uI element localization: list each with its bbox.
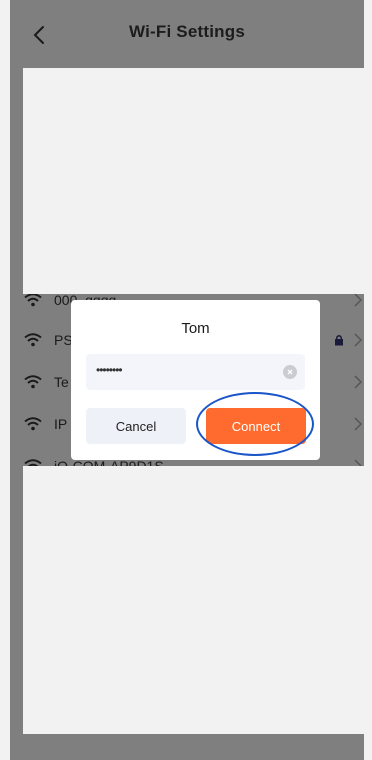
chevron-right-icon: [354, 333, 362, 347]
left-edge: [0, 0, 10, 760]
wifi-icon: [24, 293, 42, 307]
password-value: ••••••••: [96, 363, 123, 377]
top-bar: Wi-Fi Settings: [10, 0, 364, 68]
wifi-ssid: Te: [54, 374, 69, 390]
chevron-right-icon: [354, 375, 362, 389]
password-dialog: Tom •••••••• Cancel Connect: [71, 300, 320, 460]
page-title: Wi-Fi Settings: [129, 22, 245, 41]
wifi-icon: [24, 333, 42, 347]
wifi-icon: [24, 417, 42, 431]
wifi-ssid: PS: [54, 332, 73, 348]
password-field[interactable]: ••••••••: [86, 354, 305, 390]
back-button[interactable]: [26, 22, 52, 48]
chevron-right-icon: [354, 417, 362, 431]
clear-icon[interactable]: [283, 365, 297, 379]
screen-overlay: Wi-Fi Settings 000_qqqq PS: [0, 0, 372, 760]
cancel-button[interactable]: Cancel: [86, 408, 186, 444]
chevron-right-icon: [354, 293, 362, 307]
wifi-icon: [24, 375, 42, 389]
chevron-left-icon: [33, 26, 44, 44]
dialog-title: Tom: [181, 320, 210, 337]
wifi-ssid: IP: [54, 416, 68, 432]
connect-button[interactable]: Connect: [206, 408, 306, 444]
blank-panel-bottom: [23, 466, 366, 734]
close-icon: [287, 369, 293, 375]
blank-panel-top: [23, 68, 366, 294]
lock-icon: [335, 335, 343, 346]
